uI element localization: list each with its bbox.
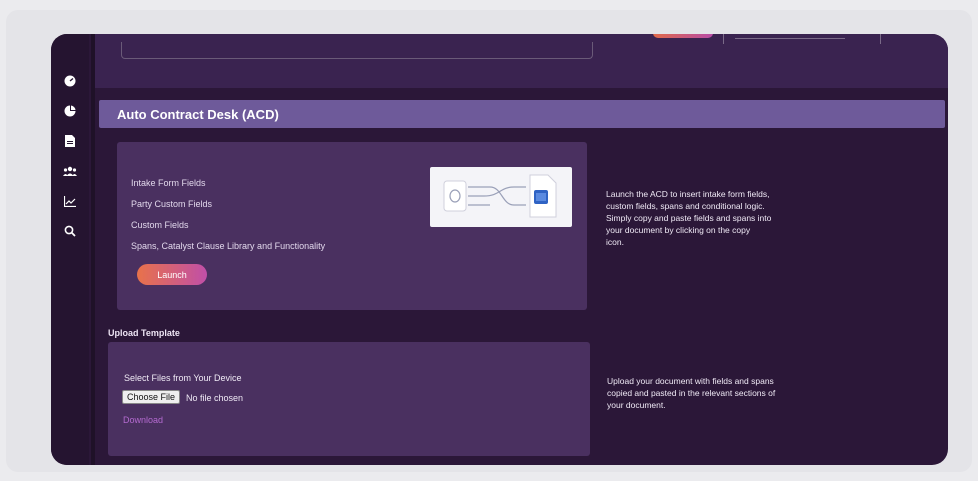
app-window: Auto Contract Desk (ACD) Intake Form Fie… (51, 34, 948, 465)
download-link[interactable]: Download (123, 415, 163, 425)
line-chart-icon[interactable] (61, 192, 79, 210)
section-title: Auto Contract Desk (ACD) (117, 107, 279, 122)
pie-chart-icon[interactable] (61, 102, 79, 120)
launch-button[interactable]: Launch (137, 264, 207, 285)
top-separator (723, 34, 724, 44)
acd-item-custom-fields: Custom Fields (131, 220, 189, 230)
acd-description: Launch the ACD to insert intake form fie… (606, 189, 772, 247)
no-file-status: No file chosen (186, 393, 244, 403)
top-input-field[interactable] (121, 42, 593, 59)
sidebar-divider (91, 34, 95, 465)
section-header: Auto Contract Desk (ACD) (99, 100, 945, 128)
dashboard-icon[interactable] (61, 72, 79, 90)
top-search-field[interactable] (735, 38, 845, 39)
top-section (95, 34, 948, 88)
upload-description: Upload your document with fields and spa… (607, 376, 776, 410)
upload-template-title: Upload Template (108, 328, 180, 338)
acd-panel: Intake Form Fields Party Custom Fields C… (117, 142, 587, 310)
acd-item-intake-form-fields: Intake Form Fields (131, 178, 206, 188)
acd-item-party-custom-fields: Party Custom Fields (131, 199, 213, 209)
upload-panel: Select Files from Your Device Choose Fil… (108, 342, 590, 456)
top-action-button[interactable] (653, 34, 713, 38)
acd-illustration (430, 167, 572, 227)
sidebar-rail (51, 34, 89, 465)
select-files-label: Select Files from Your Device (124, 373, 242, 383)
users-icon[interactable] (61, 162, 79, 180)
top-separator-2 (880, 34, 881, 44)
search-icon[interactable] (61, 222, 79, 240)
acd-item-spans-clause-library: Spans, Catalyst Clause Library and Funct… (131, 241, 326, 251)
choose-file-button[interactable]: Choose File (122, 390, 181, 404)
document-icon[interactable] (61, 132, 79, 150)
section-gap (95, 88, 948, 96)
